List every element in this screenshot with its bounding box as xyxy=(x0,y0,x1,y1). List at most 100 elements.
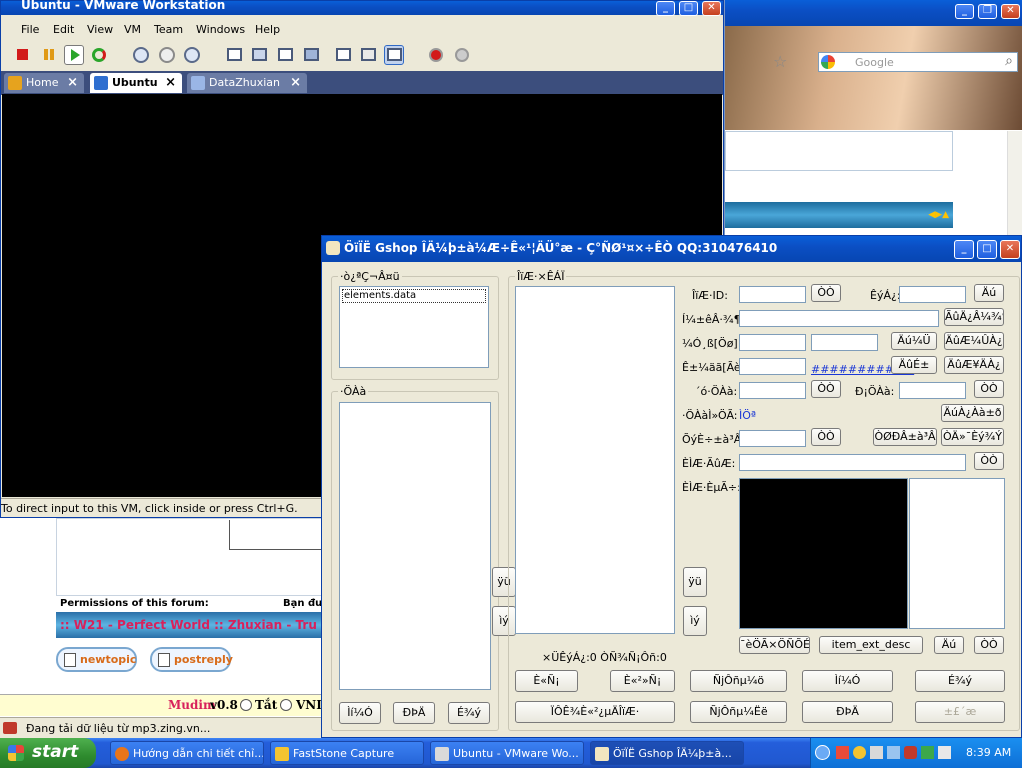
row5-input-2[interactable] xyxy=(899,382,966,399)
start-button[interactable]: start xyxy=(0,738,96,768)
icon-path-input[interactable] xyxy=(739,310,939,327)
unity-icon[interactable] xyxy=(275,45,295,65)
tab-close-icon[interactable]: × xyxy=(165,73,176,93)
price-input[interactable] xyxy=(899,286,966,303)
tray-security-icon[interactable] xyxy=(904,746,917,759)
fullscreen-icon[interactable] xyxy=(249,45,269,65)
delete-category-button[interactable]: É¾ý xyxy=(448,702,490,724)
add-item-button[interactable]: Ìí¼Ó xyxy=(802,670,893,692)
choose-export-button[interactable]: ÑjÔñµ¼Ëë xyxy=(690,701,787,723)
id-lookup-button[interactable]: ÒÒ xyxy=(811,284,841,302)
minimize-icon[interactable]: _ xyxy=(656,1,675,16)
console-view-icon[interactable] xyxy=(333,45,353,65)
snapshot-manager-icon[interactable] xyxy=(182,45,202,65)
icon-path-button[interactable]: ÃûÄ¿Â¼¾¶ xyxy=(944,308,1004,326)
select-all-button[interactable]: È«Ñ¡ xyxy=(515,670,578,692)
tab-home[interactable]: Home × xyxy=(4,73,84,93)
add-category-button[interactable]: Ìí¼Ó xyxy=(339,702,381,724)
maximize-icon[interactable]: □ xyxy=(977,240,997,259)
radio-vni[interactable] xyxy=(280,699,292,711)
show-all-items-button[interactable]: ÏÔÊ¾È«²¿µÄÎïÆ· xyxy=(515,701,675,723)
pause-icon[interactable] xyxy=(39,45,59,65)
tray-volume-icon[interactable] xyxy=(938,746,951,759)
edit-category-button[interactable]: ÐÞÄ xyxy=(393,702,435,724)
taskbar-item-gshop[interactable]: ÖïÏË Gshop ÎÄ¼þ±à... xyxy=(590,741,744,765)
reset-icon[interactable] xyxy=(89,45,109,65)
minimize-icon[interactable]: _ xyxy=(954,240,974,259)
browser-scrollbar[interactable] xyxy=(1007,131,1022,240)
price-button[interactable]: Äú xyxy=(974,284,1004,302)
search-icon[interactable]: ⌕ xyxy=(1005,53,1013,69)
row4-button-2[interactable]: ÄûÆ¥ÄÀ¿ xyxy=(944,356,1004,374)
bottom-button-3[interactable]: Äú xyxy=(934,636,964,654)
row3-input-2[interactable] xyxy=(811,334,878,351)
delete-item-button[interactable]: É¾ý xyxy=(915,670,1005,692)
row8-input[interactable] xyxy=(739,454,966,471)
tab-ubuntu[interactable]: Ubuntu × xyxy=(90,73,182,93)
id-input[interactable] xyxy=(739,286,806,303)
row8-button[interactable]: ÒÒ xyxy=(974,452,1004,470)
stop-icon[interactable] xyxy=(13,45,33,65)
revert-snapshot-icon[interactable] xyxy=(157,45,177,65)
tray-clock[interactable]: 8:39 AM xyxy=(966,746,1011,759)
description-preview[interactable] xyxy=(739,478,908,629)
file-list[interactable]: elements.data xyxy=(339,286,489,368)
file-item[interactable]: elements.data xyxy=(342,289,486,303)
menu-view[interactable]: View xyxy=(87,23,113,36)
description-text[interactable] xyxy=(909,478,1005,629)
browser-titlebar[interactable]: _ ❐ ✕ xyxy=(725,0,1022,26)
row7-input[interactable] xyxy=(739,430,806,447)
record-icon[interactable] xyxy=(426,45,446,65)
tray-chevron-icon[interactable] xyxy=(815,745,830,760)
nav-arrows-icon[interactable]: ◀▶▲ xyxy=(928,210,949,220)
taskbar-item-vmware[interactable]: Ubuntu - VMware Wo... xyxy=(430,741,584,765)
tray-app-icon-4[interactable] xyxy=(921,746,934,759)
minimize-icon[interactable]: _ xyxy=(955,4,974,19)
menu-file[interactable]: File xyxy=(21,23,39,36)
close-icon[interactable]: ✕ xyxy=(702,1,721,16)
set-color-button[interactable]: ¯èÖÃ×ÖÑÕÉ« xyxy=(739,636,810,654)
menu-vm[interactable]: VM xyxy=(124,23,141,36)
tab-datazhuxian[interactable]: DataZhuxian × xyxy=(187,73,307,93)
select-none-button[interactable]: È«²»Ñ¡ xyxy=(610,670,675,692)
row5-input[interactable] xyxy=(739,382,806,399)
row7-button-1[interactable]: ÒÒ xyxy=(811,428,841,446)
row3-input-1[interactable] xyxy=(739,334,806,351)
menu-team[interactable]: Team xyxy=(154,23,183,36)
edit-item-button[interactable]: ÐÞÄ xyxy=(802,701,893,723)
tray-app-icon-2[interactable] xyxy=(853,746,866,759)
item-ext-desc-button[interactable]: item_ext_desc xyxy=(819,636,923,654)
postreply-button[interactable]: postreply xyxy=(150,647,233,672)
restore-icon[interactable]: ❐ xyxy=(978,4,997,19)
gshop-titlebar[interactable]: ÖïÏË Gshop ÎÄ¼þ±à¼­Æ÷Ê«¹¦ÄÜ°æ - Ç°ÑØ¹¤×÷… xyxy=(322,236,1021,262)
save-button[interactable]: ±£´æ xyxy=(915,701,1005,723)
sidebar-toggle-icon[interactable] xyxy=(224,45,244,65)
replay-icon[interactable] xyxy=(452,45,472,65)
forum-banner-text[interactable]: :: W21 - Perfect World :: Zhuxian - Tru … xyxy=(60,618,322,632)
row3-button-1[interactable]: Äú¼Ü xyxy=(891,332,937,350)
tab-close-icon[interactable]: × xyxy=(67,73,78,93)
menu-edit[interactable]: Edit xyxy=(53,23,74,36)
tray-app-icon-1[interactable] xyxy=(836,746,849,759)
move-item-up-button[interactable]: ÿü xyxy=(683,567,707,597)
row4-input[interactable] xyxy=(739,358,806,375)
close-icon[interactable]: ✕ xyxy=(1000,240,1020,259)
maximize-icon[interactable]: □ xyxy=(679,1,698,16)
row4-button-1[interactable]: ÄûÉ± xyxy=(891,356,937,374)
appliance-view-icon[interactable] xyxy=(384,45,404,65)
category-tree[interactable] xyxy=(339,402,491,690)
row7-button-2[interactable]: ÒØÐÂ±à³Â xyxy=(873,428,937,446)
bottom-button-4[interactable]: ÒÒ xyxy=(974,636,1004,654)
search-box[interactable]: Google ⌕ xyxy=(818,52,1018,72)
move-item-down-button[interactable]: ìý xyxy=(683,606,707,636)
row7-button-3[interactable]: ÒÄ»¯Èý¾Ý xyxy=(941,428,1004,446)
menu-help[interactable]: Help xyxy=(255,23,280,36)
choose-import-button[interactable]: ÑjÔñµ¼ö xyxy=(690,670,787,692)
quick-switch-icon[interactable] xyxy=(301,45,321,65)
tray-network-icon[interactable] xyxy=(887,746,900,759)
row5-button-2[interactable]: ÒÒ xyxy=(974,380,1004,398)
taskbar-item-faststone[interactable]: FastStone Capture xyxy=(270,741,424,765)
tab-close-icon[interactable]: × xyxy=(290,73,301,93)
bookmark-star-icon[interactable]: ☆ xyxy=(773,52,787,71)
row3-button-2[interactable]: ÄûÆ¼ÛÀ¿ xyxy=(944,332,1004,350)
